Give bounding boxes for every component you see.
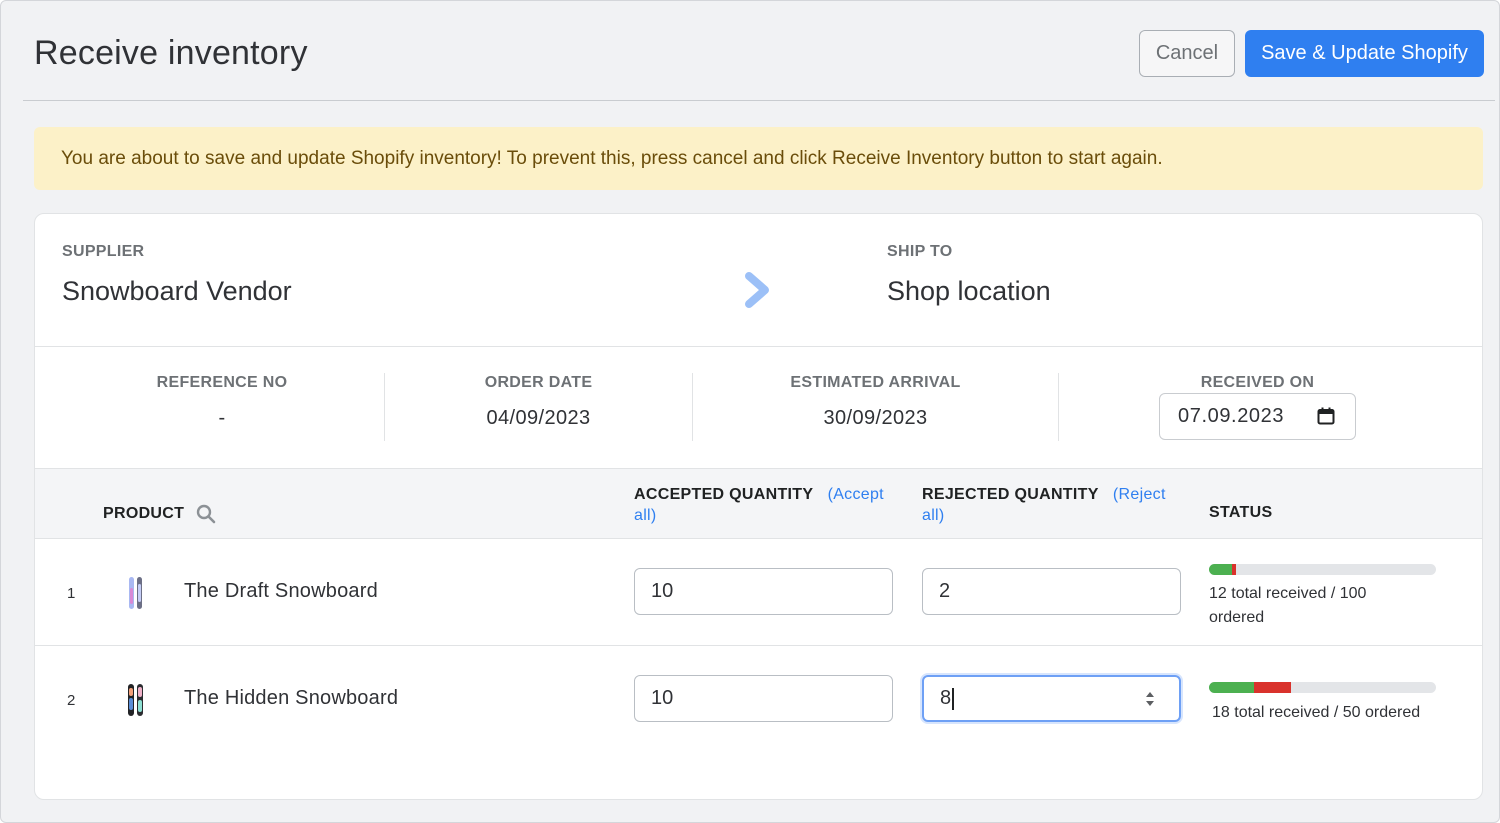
received-progress-bar [1209,564,1436,575]
inventory-card: SUPPLIER Snowboard Vendor SHIP TO Shop l… [34,213,1483,800]
cancel-button[interactable]: Cancel [1139,30,1235,77]
rejected-quantity-input[interactable]: 8 [922,675,1181,722]
chevron-right-icon [745,272,769,308]
received-on-label: RECEIVED ON [1200,374,1315,391]
page-title: Receive inventory [34,34,308,72]
rejected-quantity-header-label: REJECTED QUANTITY [922,486,1099,503]
received-progress-bar [1209,682,1436,693]
save-update-shopify-button[interactable]: Save & Update Shopify [1245,30,1484,77]
search-icon[interactable] [196,504,216,524]
received-on-date-value: 07.09.2023 [1178,405,1285,427]
product-thumbnail [129,577,142,609]
product-thumbnail [128,684,143,716]
table-header: PRODUCT ACCEPTED QUANTITY (Accept all) R… [35,469,1482,539]
rejected-bar-segment [1254,682,1291,693]
supplier-name: Snowboard Vendor [62,276,292,306]
accepted-bar-segment [1209,564,1232,575]
accepted-quantity-input[interactable]: 10 [634,568,893,615]
supplier-label: SUPPLIER [62,243,145,260]
reference-no-label: REFERENCE NO [156,374,288,391]
rejected-quantity-input[interactable]: 2 [922,568,1181,615]
number-spinner-icon[interactable] [1143,688,1157,710]
status-text: 12 total received / 100 ordered [1209,585,1367,626]
estimated-arrival-value: 30/09/2023 [823,407,928,429]
receive-inventory-window: Receive inventory Cancel Save & Update S… [0,0,1500,823]
product-header-label: PRODUCT [103,505,185,522]
row-number: 1 [67,585,76,602]
reference-no-value: - [218,407,226,429]
table-row: 2 The Hidden Snowboard 10 8 18 total rec… [35,646,1482,753]
product-column-header: PRODUCT [103,504,216,524]
supplier-shipto-section: SUPPLIER Snowboard Vendor SHIP TO Shop l… [35,214,1482,347]
table-row: 1 The Draft Snowboard 10 2 12 total rece… [35,539,1482,646]
rejected-quantity-value: 8 [940,687,952,709]
rejected-quantity-column-header: REJECTED QUANTITY (Reject all) [922,484,1182,526]
order-date-value: 04/09/2023 [486,407,591,429]
reference-no-field: REFERENCE NO - [62,347,382,469]
page-header: Receive inventory Cancel Save & Update S… [23,1,1495,101]
rejected-bar-segment [1231,564,1237,575]
estimated-arrival-field: ESTIMATED ARRIVAL 30/09/2023 [693,347,1058,469]
order-date-field: ORDER DATE 04/09/2023 [385,347,692,469]
calendar-icon[interactable] [1317,407,1335,425]
warning-banner-text: You are about to save and update Shopify… [61,147,1163,169]
ship-to-label: SHIP TO [887,243,953,260]
row-number: 2 [67,692,76,709]
accepted-quantity-input[interactable]: 10 [634,675,893,722]
status-text: 18 total received / 50 ordered [1212,704,1421,721]
text-cursor [952,687,954,710]
received-on-date-input[interactable]: 07.09.2023 [1159,393,1356,440]
order-meta-section: REFERENCE NO - ORDER DATE 04/09/2023 EST… [35,347,1482,469]
ship-to-name: Shop location [887,276,1051,306]
product-name: The Draft Snowboard [184,580,378,602]
order-date-label: ORDER DATE [484,374,593,391]
product-name: The Hidden Snowboard [184,687,399,709]
accepted-quantity-header-label: ACCEPTED QUANTITY [634,486,814,503]
accepted-bar-segment [1209,682,1255,693]
status-column-header: STATUS [1209,504,1273,521]
accepted-quantity-column-header: ACCEPTED QUANTITY (Accept all) [634,484,894,526]
estimated-arrival-label: ESTIMATED ARRIVAL [790,374,961,391]
warning-banner: You are about to save and update Shopify… [34,127,1483,190]
